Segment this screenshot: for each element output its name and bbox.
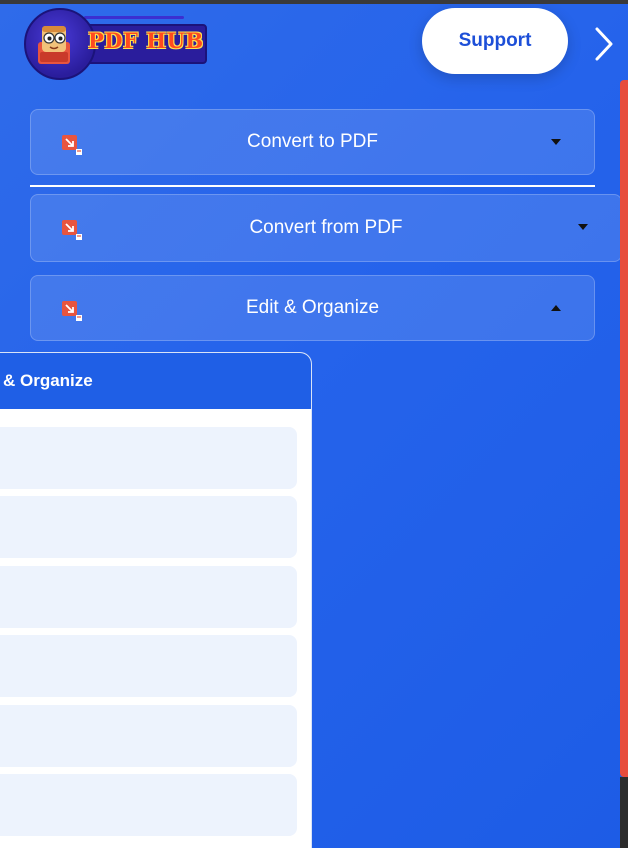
menu-item-label: Convert from PDF (249, 217, 403, 238)
menu-item-convert-from-pdf[interactable]: Convert from PDF (30, 194, 622, 262)
menu-item-convert-to-pdf[interactable]: Convert to PDF (30, 109, 595, 175)
support-button[interactable]: Support (422, 8, 568, 74)
caret-up-icon (551, 305, 561, 311)
pdf-hub-logo[interactable]: PDF HUB (24, 8, 210, 80)
right-edge-strip (620, 80, 628, 777)
dropdown-title: & Organize (0, 353, 311, 409)
caret-down-icon (578, 224, 588, 230)
right-edge-dark (620, 777, 628, 848)
convert-arrow-icon (62, 301, 82, 321)
dropdown-item[interactable] (0, 774, 297, 836)
chevron-right-icon[interactable] (592, 26, 616, 62)
convert-arrow-icon (62, 135, 82, 155)
convert-arrow-icon (62, 220, 82, 240)
edit-organize-dropdown: & Organize (0, 352, 312, 848)
dropdown-item[interactable] (0, 635, 297, 697)
logo-accent-line (84, 16, 184, 19)
menu-item-label: Convert to PDF (247, 131, 378, 152)
book-character-icon (38, 26, 70, 64)
menu-item-edit-organize[interactable]: Edit & Organize (30, 275, 595, 341)
menu-item-label: Edit & Organize (245, 297, 380, 318)
mobile-menu-panel: PDF HUB Support Convert to PDF Convert f… (0, 4, 628, 848)
dropdown-item[interactable] (0, 705, 297, 767)
dropdown-item[interactable] (0, 496, 297, 558)
logo-text: PDF HUB (88, 28, 204, 53)
caret-down-icon (551, 139, 561, 145)
menu-divider (30, 185, 595, 187)
dropdown-item[interactable] (0, 427, 297, 489)
dropdown-item[interactable] (0, 566, 297, 628)
